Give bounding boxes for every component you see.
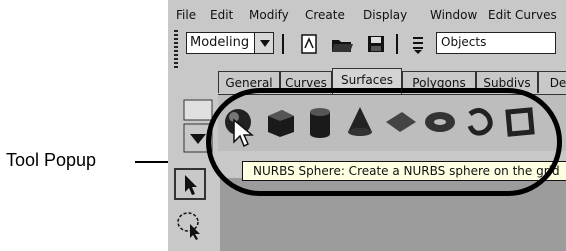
menu-file[interactable]: File [176,8,196,22]
tool-popup-callout-label: Tool Popup [6,150,97,170]
lasso-tool-button[interactable] [174,208,206,240]
separator [396,34,398,54]
menu-bar: File Edit Modify Create Display Window E… [168,0,566,28]
selection-mode-value: Objects [441,35,487,49]
mode-select[interactable]: Modeling [186,32,274,54]
new-scene-icon[interactable] [298,33,320,55]
select-tool-button[interactable] [174,168,206,200]
select-tool-icon [185,175,197,195]
callout-ellipse [206,88,562,196]
save-scene-icon[interactable] [366,34,386,54]
menu-edit[interactable]: Edit [210,8,233,22]
open-scene-icon[interactable] [330,34,354,54]
separator [282,34,284,54]
menu-window[interactable]: Window [430,8,477,22]
mode-select-value: Modeling [190,35,250,50]
menu-create[interactable]: Create [305,8,345,22]
menu-modify[interactable]: Modify [249,8,289,22]
status-line-grip[interactable] [174,30,178,70]
menu-display[interactable]: Display [363,8,407,22]
lasso-tool-icon [177,212,200,240]
selection-mask-icon[interactable] [408,33,428,55]
tab-de[interactable]: De [538,71,566,93]
selection-mode-field[interactable]: Objects [436,32,556,54]
menu-edit-curves[interactable]: Edit Curves [488,8,557,22]
toolbox [168,160,214,251]
chevron-down-icon[interactable] [254,33,273,53]
